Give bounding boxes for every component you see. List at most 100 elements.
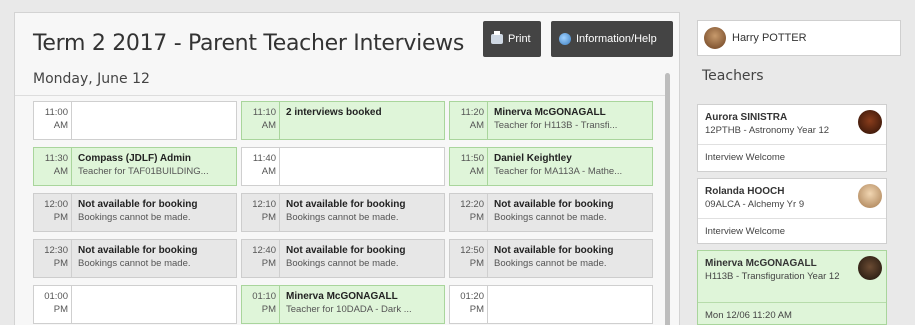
- teacher-card[interactable]: Minerva McGONAGALL H113B - Transfigurati…: [697, 250, 887, 325]
- timeslot-time: 11:40 AM: [242, 148, 280, 185]
- teacher-status: Interview Welcome: [705, 226, 786, 237]
- timeslot-ampm: AM: [469, 120, 484, 131]
- timeslot-hour: 12:30: [44, 245, 68, 256]
- timeslot-subtitle: Bookings cannot be made.: [494, 212, 607, 223]
- user-name: Harry POTTER: [732, 32, 807, 44]
- timeslot-body: Not available for booking Bookings cannot…: [72, 194, 236, 231]
- scrollbar[interactable]: [665, 73, 670, 325]
- timeslot-hour: 11:50: [460, 153, 484, 164]
- timeslot-time: 01:20 PM: [450, 286, 488, 323]
- timeslot-ampm: PM: [261, 212, 276, 223]
- timeslot-title: Not available for booking: [78, 199, 198, 210]
- timeslot[interactable]: 11:00 AM: [33, 101, 237, 140]
- timeslot-hour: 11:40: [252, 153, 276, 164]
- timeslot-subtitle: Bookings cannot be made.: [494, 258, 607, 269]
- timeslot-subtitle: Bookings cannot be made.: [78, 258, 191, 269]
- timeslot[interactable]: 11:50 AM Daniel Keightley Teacher for MA113…: [449, 147, 653, 186]
- timeslot-ampm: PM: [53, 304, 68, 315]
- timeslot-hour: 01:20: [460, 291, 484, 302]
- timeslot-hour: 12:00: [44, 199, 68, 210]
- timeslot-title: Not available for booking: [494, 199, 614, 210]
- timeslot-ampm: PM: [53, 212, 68, 223]
- timeslot: 12:50 PM Not available for booking Bookings…: [449, 239, 653, 278]
- timeslot-hour: 12:50: [460, 245, 484, 256]
- teacher-booked-time: Mon 12/06 11:20 AM: [705, 310, 792, 321]
- timeslot-subtitle: Bookings cannot be made.: [286, 258, 399, 269]
- timeslot[interactable]: 01:20 PM: [449, 285, 653, 324]
- timeslot[interactable]: 11:40 AM: [241, 147, 445, 186]
- timeslot-body: Compass (JDLF) Admin Teacher for TAF01BUI…: [72, 148, 236, 185]
- timeslot-time: 11:50 AM: [450, 148, 488, 185]
- timeslot-time: 11:30 AM: [34, 148, 72, 185]
- information-help-button[interactable]: Information/Help: [551, 21, 673, 57]
- timeslot-ampm: AM: [261, 120, 276, 131]
- timeslot-ampm: PM: [261, 304, 276, 315]
- timeslot-hour: 11:30: [44, 153, 68, 164]
- timeslot-hour: 12:40: [252, 245, 276, 256]
- timeslot-title: Minerva McGONAGALL: [494, 107, 606, 118]
- timeslot[interactable]: 01:00 PM: [33, 285, 237, 324]
- print-button-label: Print: [508, 33, 531, 45]
- timeslot[interactable]: 01:10 PM Minerva McGONAGALL Teacher for 10D…: [241, 285, 445, 324]
- teacher-avatar: [858, 184, 882, 208]
- timeslot-ampm: PM: [469, 258, 484, 269]
- timeslot[interactable]: 11:30 AM Compass (JDLF) Admin Teacher for T…: [33, 147, 237, 186]
- teacher-name: Rolanda HOOCH: [705, 186, 785, 197]
- timeslot-hour: 11:20: [460, 107, 484, 118]
- timeslot-hour: 11:10: [252, 107, 276, 118]
- timeslot-ampm: AM: [53, 166, 68, 177]
- timeslot-time: 12:00 PM: [34, 194, 72, 231]
- print-button[interactable]: Print: [483, 21, 541, 57]
- timeslot-subtitle: Bookings cannot be made.: [286, 212, 399, 223]
- timeslot-hour: 01:00: [44, 291, 68, 302]
- timeslot-hour: 12:20: [460, 199, 484, 210]
- timeslot-time: 12:50 PM: [450, 240, 488, 277]
- timeslot-time: 11:00 AM: [34, 102, 72, 139]
- timeslot: 12:20 PM Not available for booking Bookings…: [449, 193, 653, 232]
- teacher-class: H113B - Transfiguration Year 12: [705, 271, 840, 282]
- timeslot-ampm: PM: [469, 304, 484, 315]
- teacher-name: Aurora SINISTRA: [705, 112, 788, 123]
- teacher-class: 09ALCA - Alchemy Yr 9: [705, 199, 805, 210]
- user-card[interactable]: Harry POTTER: [697, 20, 901, 56]
- timeslot-body: Minerva McGONAGALL Teacher for H113B - Tr…: [488, 102, 652, 139]
- timeslot-hour: 11:00: [44, 107, 68, 118]
- avatar: [704, 27, 726, 49]
- timeslot-time: 01:10 PM: [242, 286, 280, 323]
- timeslot-row: 11:00 AM 11:10 AM 2 interviews booked 11:20 AM…: [33, 101, 653, 140]
- timeslot-body: Not available for booking Bookings cannot…: [488, 240, 652, 277]
- timeslot: 12:30 PM Not available for booking Bookings…: [33, 239, 237, 278]
- interview-panel: Term 2 2017 - Parent Teacher Interviews …: [14, 12, 680, 325]
- timeslot-title: Not available for booking: [494, 245, 614, 256]
- teacher-card[interactable]: Aurora SINISTRA 12PTHB - Astronomy Year …: [697, 104, 887, 172]
- timeslot: 12:40 PM Not available for booking Bookings…: [241, 239, 445, 278]
- timeslot-body: [72, 102, 236, 139]
- timeslot-title: 2 interviews booked: [286, 107, 382, 118]
- timeslot-title: Not available for booking: [78, 245, 198, 256]
- timeslot-subtitle: Teacher for H113B - Transfi...: [494, 120, 618, 131]
- timeslot-row: 01:00 PM 01:10 PM Minerva McGONAGALL Teacher …: [33, 285, 653, 324]
- teacher-card[interactable]: Rolanda HOOCH 09ALCA - Alchemy Yr 9 Inte…: [697, 178, 887, 244]
- globe-icon: [559, 33, 571, 45]
- teachers-heading: Teachers: [702, 68, 764, 84]
- timeslot-row: 12:30 PM Not available for booking Bookings…: [33, 239, 653, 278]
- timeslot-body: [280, 148, 444, 185]
- timeslot-body: [72, 286, 236, 323]
- timeslot[interactable]: 11:20 AM Minerva McGONAGALL Teacher for H11…: [449, 101, 653, 140]
- timeslot-hour: 12:10: [252, 199, 276, 210]
- timeslot-title: Compass (JDLF) Admin: [78, 153, 191, 164]
- timeslot-title: Not available for booking: [286, 245, 406, 256]
- print-icon: [491, 31, 503, 44]
- teacher-avatar: [858, 256, 882, 280]
- teacher-class: 12PTHB - Astronomy Year 12: [705, 125, 830, 136]
- timeslot-row: 11:30 AM Compass (JDLF) Admin Teacher for T…: [33, 147, 653, 186]
- timeslot-time: 12:20 PM: [450, 194, 488, 231]
- page-title: Term 2 2017 - Parent Teacher Interviews: [33, 31, 465, 56]
- timeslot-subtitle: Bookings cannot be made.: [78, 212, 191, 223]
- timeslot-time: 12:40 PM: [242, 240, 280, 277]
- timeslot-time: 11:20 AM: [450, 102, 488, 139]
- divider: [15, 95, 665, 96]
- timeslot-time: 12:30 PM: [34, 240, 72, 277]
- timeslot-body: Not available for booking Bookings cannot…: [488, 194, 652, 231]
- timeslot[interactable]: 11:10 AM 2 interviews booked: [241, 101, 445, 140]
